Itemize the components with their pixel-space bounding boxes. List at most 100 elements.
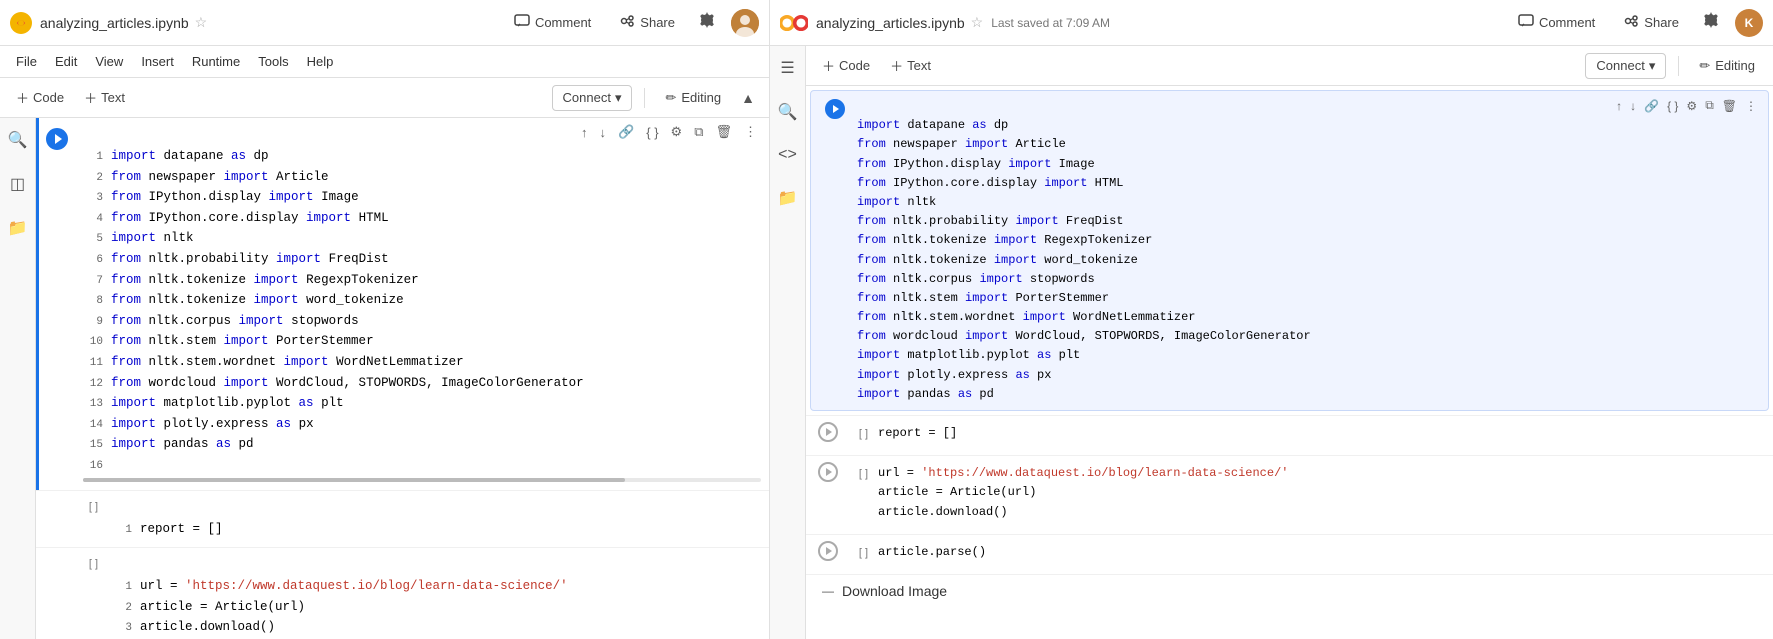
right-star-icon[interactable]: ☆ <box>971 14 984 31</box>
right-cell-2-body: report = [] <box>872 422 1761 445</box>
right-cell-more-button[interactable]: ⋮ <box>1742 98 1760 114</box>
right-cell-delete-button[interactable]: 🗑 <box>1719 98 1740 114</box>
left-toolbar-left: ＋ Code ＋ Text <box>10 84 131 111</box>
left-comment-button[interactable]: Comment <box>506 10 599 35</box>
right-section-header: — Download Image <box>806 574 1773 607</box>
right-search-icon[interactable]: 🔍 <box>774 98 802 126</box>
right-cell-4-code: article.parse() <box>878 543 1755 562</box>
left-collapse-button[interactable]: ▲ <box>737 86 759 110</box>
right-cell-1-toolbar: ↑ ↓ 🔗 { } ⚙ ⧉ 🗑 ⋮ <box>1613 95 1760 114</box>
left-cell-1-run[interactable] <box>39 122 75 150</box>
right-run-button-2[interactable] <box>818 422 838 442</box>
right-cell-3-bracket: [ ] <box>842 464 872 480</box>
run-button-1[interactable] <box>46 128 68 150</box>
panel-icon[interactable]: ◫ <box>6 170 29 198</box>
right-cell-2: [ ] report = [] <box>806 415 1773 451</box>
left-share-button[interactable]: Share <box>611 11 683 34</box>
left-share-label: Share <box>640 15 675 30</box>
left-gear-button[interactable] <box>695 8 719 37</box>
cell-delete-button[interactable]: 🗑 <box>711 122 736 142</box>
left-cell-1-code: 1import datapane as dp 2from newspaper i… <box>83 126 761 476</box>
right-editing-button[interactable]: ✏ Editing <box>1691 54 1763 78</box>
right-cell-2-bracket: [ ] <box>842 424 872 440</box>
right-cell-1-run[interactable] <box>819 95 851 119</box>
left-side-icons: 🔍 ◫ 📁 <box>0 118 36 639</box>
left-cell-1-toolbar: ↑ ↓ 🔗 { } ⚙ ⧉ 🗑 ⋮ <box>577 122 761 142</box>
right-avatar[interactable]: K <box>1735 9 1763 37</box>
right-cell-4-bracket: [ ] <box>842 543 872 559</box>
toolbar-separator <box>644 88 645 108</box>
left-cell-2-bracket: [ ] <box>72 495 104 513</box>
cell-settings-button[interactable]: ⚙ <box>667 122 687 142</box>
right-cell-copy-button[interactable]: ⧉ <box>1702 97 1717 114</box>
right-cell-settings-button[interactable]: ⚙ <box>1683 98 1700 114</box>
left-star-icon[interactable]: ☆ <box>195 14 208 31</box>
right-run-button-3[interactable] <box>818 462 838 482</box>
menu-insert[interactable]: Insert <box>133 50 182 73</box>
left-add-text-button[interactable]: ＋ Text <box>78 84 131 111</box>
right-notebook-area: ☰ 🔍 <> 📁 ＋ Code ＋ Text <box>770 46 1773 639</box>
right-section-title: Download Image <box>842 583 947 599</box>
left-cell-3-run[interactable] <box>36 552 72 558</box>
left-editing-label: Editing <box>681 90 721 105</box>
right-run-button-1[interactable] <box>825 99 845 119</box>
plus-text-icon: ＋ <box>84 88 97 107</box>
right-top-bar-right: Comment Share K <box>1510 8 1763 37</box>
menu-file[interactable]: File <box>8 50 45 73</box>
menu-tools[interactable]: Tools <box>250 50 296 73</box>
menu-edit[interactable]: Edit <box>47 50 85 73</box>
left-editing-button[interactable]: ✏ Editing <box>657 86 729 110</box>
right-filename: analyzing_articles.ipynb <box>816 15 965 31</box>
cell-more-button[interactable]: ⋮ <box>740 122 761 142</box>
left-panel: analyzing_articles.ipynb ☆ Comment Share <box>0 0 770 639</box>
right-comment-icon <box>1518 14 1534 31</box>
right-chevron-down-icon: ▾ <box>1649 58 1656 74</box>
right-toolbar-separator <box>1678 56 1679 76</box>
chevron-down-icon: ▾ <box>615 90 622 106</box>
right-run-button-4[interactable] <box>818 541 838 561</box>
right-last-saved: Last saved at 7:09 AM <box>991 16 1110 30</box>
right-cell-4: [ ] article.parse() <box>806 534 1773 570</box>
right-gear-button[interactable] <box>1699 8 1723 37</box>
right-add-code-button[interactable]: ＋ Code <box>816 52 876 79</box>
menu-view[interactable]: View <box>87 50 131 73</box>
cell-link-button[interactable]: 🔗 <box>614 122 638 142</box>
left-filename: analyzing_articles.ipynb <box>40 15 189 31</box>
left-toolbar-right: Connect ▾ ✏ Editing ▲ <box>552 85 759 111</box>
right-cell-move-down-button[interactable]: ↓ <box>1627 98 1639 114</box>
right-cell-move-up-button[interactable]: ↑ <box>1613 98 1625 114</box>
left-toolbar: ＋ Code ＋ Text Connect ▾ ✏ Editing ▲ <box>0 78 769 118</box>
right-folder-icon[interactable]: 📁 <box>774 184 802 212</box>
left-cell-2-run[interactable] <box>36 495 72 501</box>
share-icon <box>619 15 635 30</box>
left-add-code-button[interactable]: ＋ Code <box>10 84 70 111</box>
right-panel: analyzing_articles.ipynb ☆ Last saved at… <box>770 0 1773 639</box>
left-cell-2-code: 1report = [] <box>112 499 761 540</box>
right-menu-icon[interactable]: ☰ <box>776 54 798 82</box>
right-expand-icon[interactable]: <> <box>774 142 801 168</box>
cell-code-button[interactable]: { } <box>642 123 662 142</box>
right-cell-2-code: report = [] <box>878 424 1755 443</box>
right-cell-link-button[interactable]: 🔗 <box>1641 98 1662 114</box>
right-connect-button[interactable]: Connect ▾ <box>1585 53 1666 79</box>
cell-move-up-button[interactable]: ↑ <box>577 123 592 142</box>
right-cells-area: import datapane as dp from newspaper imp… <box>806 86 1773 639</box>
right-cell-code-button[interactable]: { } <box>1664 98 1681 114</box>
right-add-text-button[interactable]: ＋ Text <box>884 52 937 79</box>
right-comment-button[interactable]: Comment <box>1510 10 1603 35</box>
left-text-label: Text <box>101 90 125 105</box>
menu-help[interactable]: Help <box>299 50 342 73</box>
menu-runtime[interactable]: Runtime <box>184 50 248 73</box>
cell-copy-button[interactable]: ⧉ <box>690 122 707 142</box>
left-avatar[interactable] <box>731 9 759 37</box>
right-plus-text-icon: ＋ <box>890 56 903 75</box>
right-section-collapse-icon[interactable]: — <box>822 584 834 598</box>
left-connect-button[interactable]: Connect ▾ <box>552 85 633 111</box>
folders-icon[interactable]: 📁 <box>4 214 32 242</box>
left-top-bar: analyzing_articles.ipynb ☆ Comment Share <box>0 0 769 46</box>
left-notebook-content: 1import datapane as dp 2from newspaper i… <box>36 118 769 639</box>
right-share-button[interactable]: Share <box>1615 11 1687 34</box>
search-icon[interactable]: 🔍 <box>4 126 32 154</box>
right-text-label: Text <box>907 58 931 73</box>
cell-move-down-button[interactable]: ↓ <box>596 123 611 142</box>
